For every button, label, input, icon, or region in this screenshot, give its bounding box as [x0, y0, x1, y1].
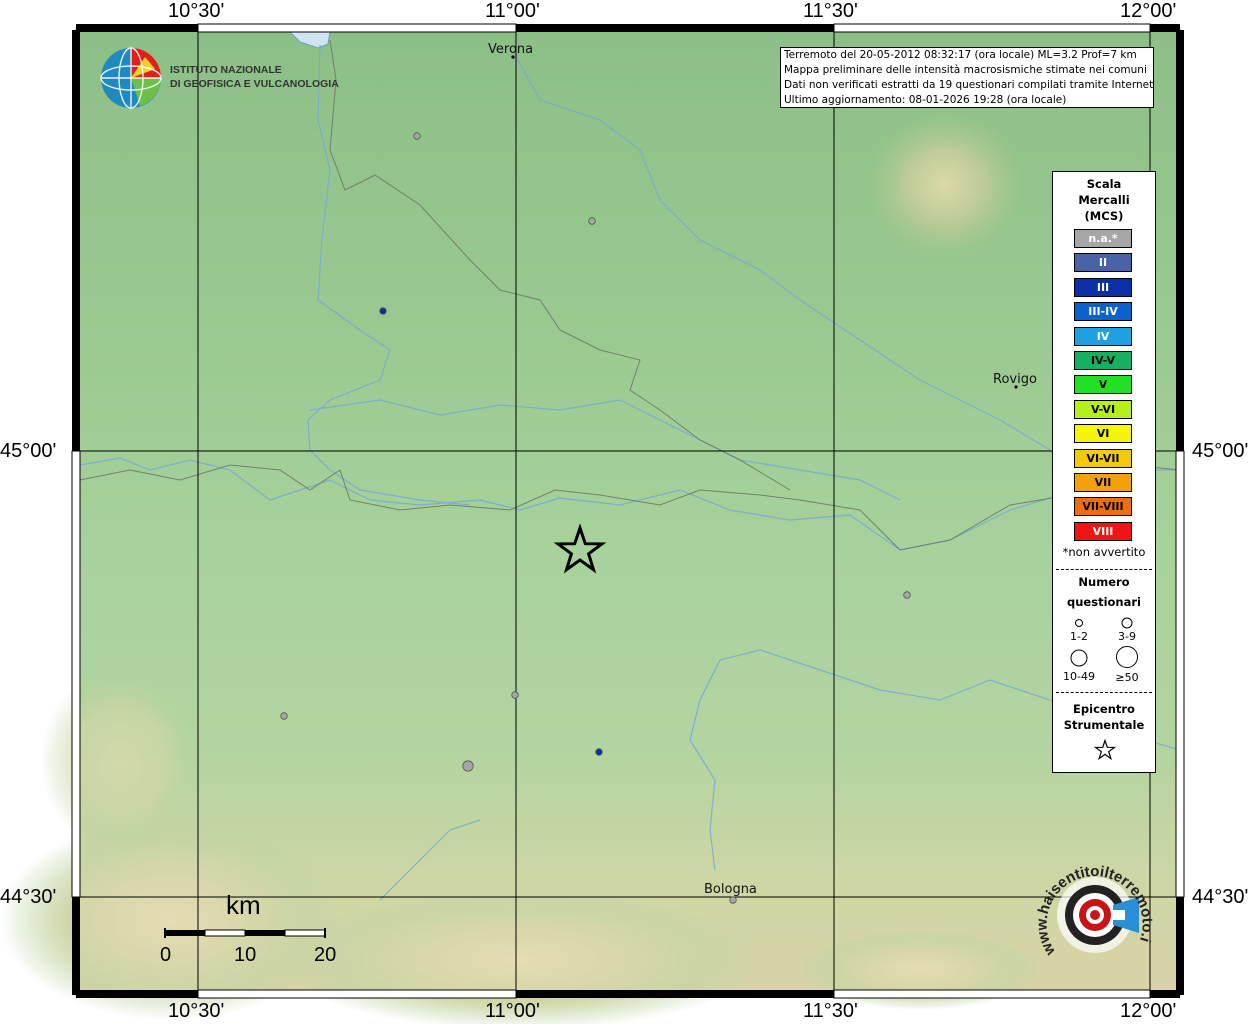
- lon-label-top-3: 11°30': [803, 0, 858, 22]
- city-label-verona: Verona: [488, 42, 534, 57]
- event-info-line2: Mappa preliminare delle intensità macros…: [784, 64, 1147, 76]
- scale-bar: km 0 10 20: [150, 890, 350, 980]
- observation-point: [379, 307, 387, 315]
- legend-epicenter-line2: Strumentale: [1063, 718, 1145, 732]
- legend-count-10-49: 10-49: [1063, 670, 1095, 683]
- scale-tick-10: 10: [234, 944, 257, 966]
- city-label-bologna: Bologna: [704, 882, 757, 897]
- legend-epicenter-line1: Epicentro: [1073, 702, 1135, 716]
- scale-unit: km: [226, 890, 261, 920]
- observation-point: [588, 217, 596, 225]
- legend-class-swatch: VI: [1074, 424, 1132, 444]
- legend-class-swatch: n.a.*: [1074, 229, 1132, 248]
- legend-title-line3: (MCS): [1084, 209, 1124, 223]
- legend-class-swatch: V: [1074, 375, 1132, 395]
- legend-title-line2: Mercalli: [1078, 193, 1130, 207]
- observation-point: [280, 712, 288, 720]
- legend-class-swatch: II: [1074, 253, 1132, 273]
- legend-class-swatch: V-VI: [1074, 399, 1132, 419]
- lat-label-right-1: 45°00': [1192, 440, 1249, 462]
- legend-class-swatch: III: [1074, 277, 1132, 297]
- legend-class-swatch: III-IV: [1074, 302, 1132, 322]
- euganean-hills: [865, 110, 1025, 260]
- observation-point: [413, 132, 421, 140]
- apennine-relief-sw: [40, 670, 200, 850]
- legend-class-swatch: VII-VIII: [1074, 497, 1132, 517]
- legend-class-swatch: IV-V: [1074, 351, 1132, 370]
- legend-divider-2: [1056, 692, 1152, 693]
- legend-count-title-line2: questionari: [1067, 595, 1141, 609]
- legend-class-swatch: VIII: [1074, 521, 1132, 541]
- observation-point: [511, 691, 519, 699]
- legend-count-50-plus: ≥50: [1115, 671, 1139, 684]
- legend-na-note: *non avvertito: [1062, 545, 1146, 559]
- event-info-line4: Ultimo aggiornamento: 08-01-2026 19:28 (…: [784, 94, 1067, 106]
- scale-bar-graphic: [164, 928, 326, 938]
- lon-label-bottom-4: 12°00': [1120, 1000, 1177, 1022]
- lat-label-right-2: 44°30': [1192, 886, 1249, 908]
- legend-divider: [1056, 569, 1152, 570]
- legend-title-line1: Scala: [1086, 177, 1122, 191]
- observation-point: [462, 760, 474, 772]
- lon-label-top-4: 12°00': [1120, 0, 1177, 22]
- legend-class-swatch: IV: [1074, 326, 1132, 346]
- legend-count-1-2: 1-2: [1070, 630, 1088, 643]
- lon-label-bottom-3: 11°30': [803, 1000, 858, 1022]
- scale-tick-0: 0: [160, 944, 172, 966]
- lon-label-bottom-1: 10°30': [168, 1000, 225, 1022]
- lon-label-bottom-2: 11°00': [485, 1000, 540, 1022]
- ingv-name: ISTITUTO NAZIONALE DI GEOFISICA E VULCAN…: [170, 63, 339, 91]
- event-info-box: Terremoto del 20-05-2012 08:32:17 (ora l…: [780, 47, 1154, 108]
- observation-point: [729, 896, 737, 904]
- legend-star-icon: [1094, 739, 1116, 761]
- legend-count-title-line1: Numero: [1078, 575, 1130, 589]
- event-info-line3: Dati non verificati estratti da 19 quest…: [784, 79, 1154, 91]
- lat-label-left-1: 45°00': [0, 440, 57, 462]
- ingv-logo: [100, 47, 162, 113]
- legend-count-3-9: 3-9: [1118, 630, 1136, 643]
- ingv-name-line1: ISTITUTO NAZIONALE: [170, 64, 282, 76]
- lon-label-top-2: 11°00': [485, 0, 540, 22]
- observation-point: [595, 748, 603, 756]
- event-info-line1: Terremoto del 20-05-2012 08:32:17 (ora l…: [784, 49, 1137, 61]
- scale-tick-20: 20: [314, 944, 337, 966]
- lat-label-left-2: 44°30': [0, 886, 57, 908]
- observation-point: [903, 591, 911, 599]
- legend: Scala Mercalli (MCS) n.a.* II III III-IV IV I…: [1052, 171, 1156, 773]
- ingv-name-line2: DI GEOFISICA E VULCANOLOGIA: [170, 78, 339, 90]
- city-label-rovigo: Rovigo: [993, 372, 1037, 387]
- legend-class-swatch: VII: [1074, 473, 1132, 492]
- lon-label-top-1: 10°30': [168, 0, 225, 22]
- legend-class-swatch: VI-VII: [1074, 448, 1132, 468]
